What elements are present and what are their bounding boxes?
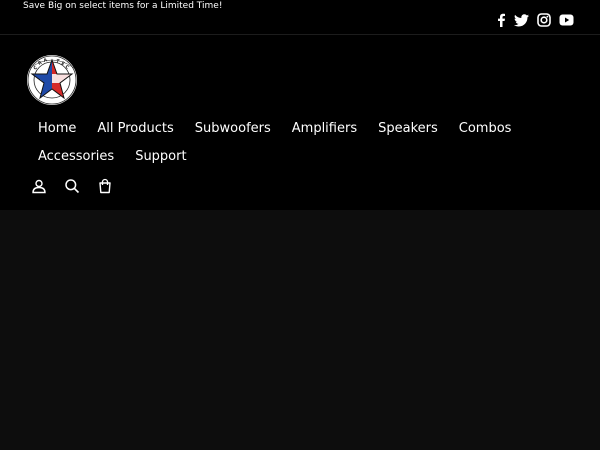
nav-item-speakers[interactable]: Speakers [378,121,438,136]
social-links [496,13,574,27]
nav-item-combos[interactable]: Combos [459,121,512,136]
logo[interactable]: C R A T E C [26,54,78,106]
nav-item-subwoofers[interactable]: Subwoofers [195,121,271,136]
nav-item-all-products[interactable]: All Products [97,121,173,136]
youtube-icon[interactable] [559,14,574,26]
nav-item-support[interactable]: Support [135,149,186,164]
nav-item-home[interactable]: Home [38,121,76,136]
user-icon[interactable] [31,178,47,194]
cart-icon[interactable] [97,178,113,194]
announcement-text: Save Big on select items for a Limited T… [23,1,223,11]
nav-item-accessories[interactable]: Accessories [38,149,114,164]
search-icon[interactable] [64,178,80,194]
site-header: C R A T E C Home All Products Subwoofers… [0,35,600,210]
facebook-icon[interactable] [496,13,506,27]
logo-star-icon: C R A T E C [27,55,77,105]
main-content [0,210,600,450]
main-nav-row-1: Home All Products Subwoofers Amplifiers … [38,121,532,136]
main-nav-row-2: Accessories Support [38,149,208,164]
instagram-icon[interactable] [537,13,551,27]
nav-item-amplifiers[interactable]: Amplifiers [292,121,357,136]
header-icons [31,178,113,194]
announcement-bar: Save Big on select items for a Limited T… [0,0,600,35]
twitter-icon[interactable] [514,13,529,27]
